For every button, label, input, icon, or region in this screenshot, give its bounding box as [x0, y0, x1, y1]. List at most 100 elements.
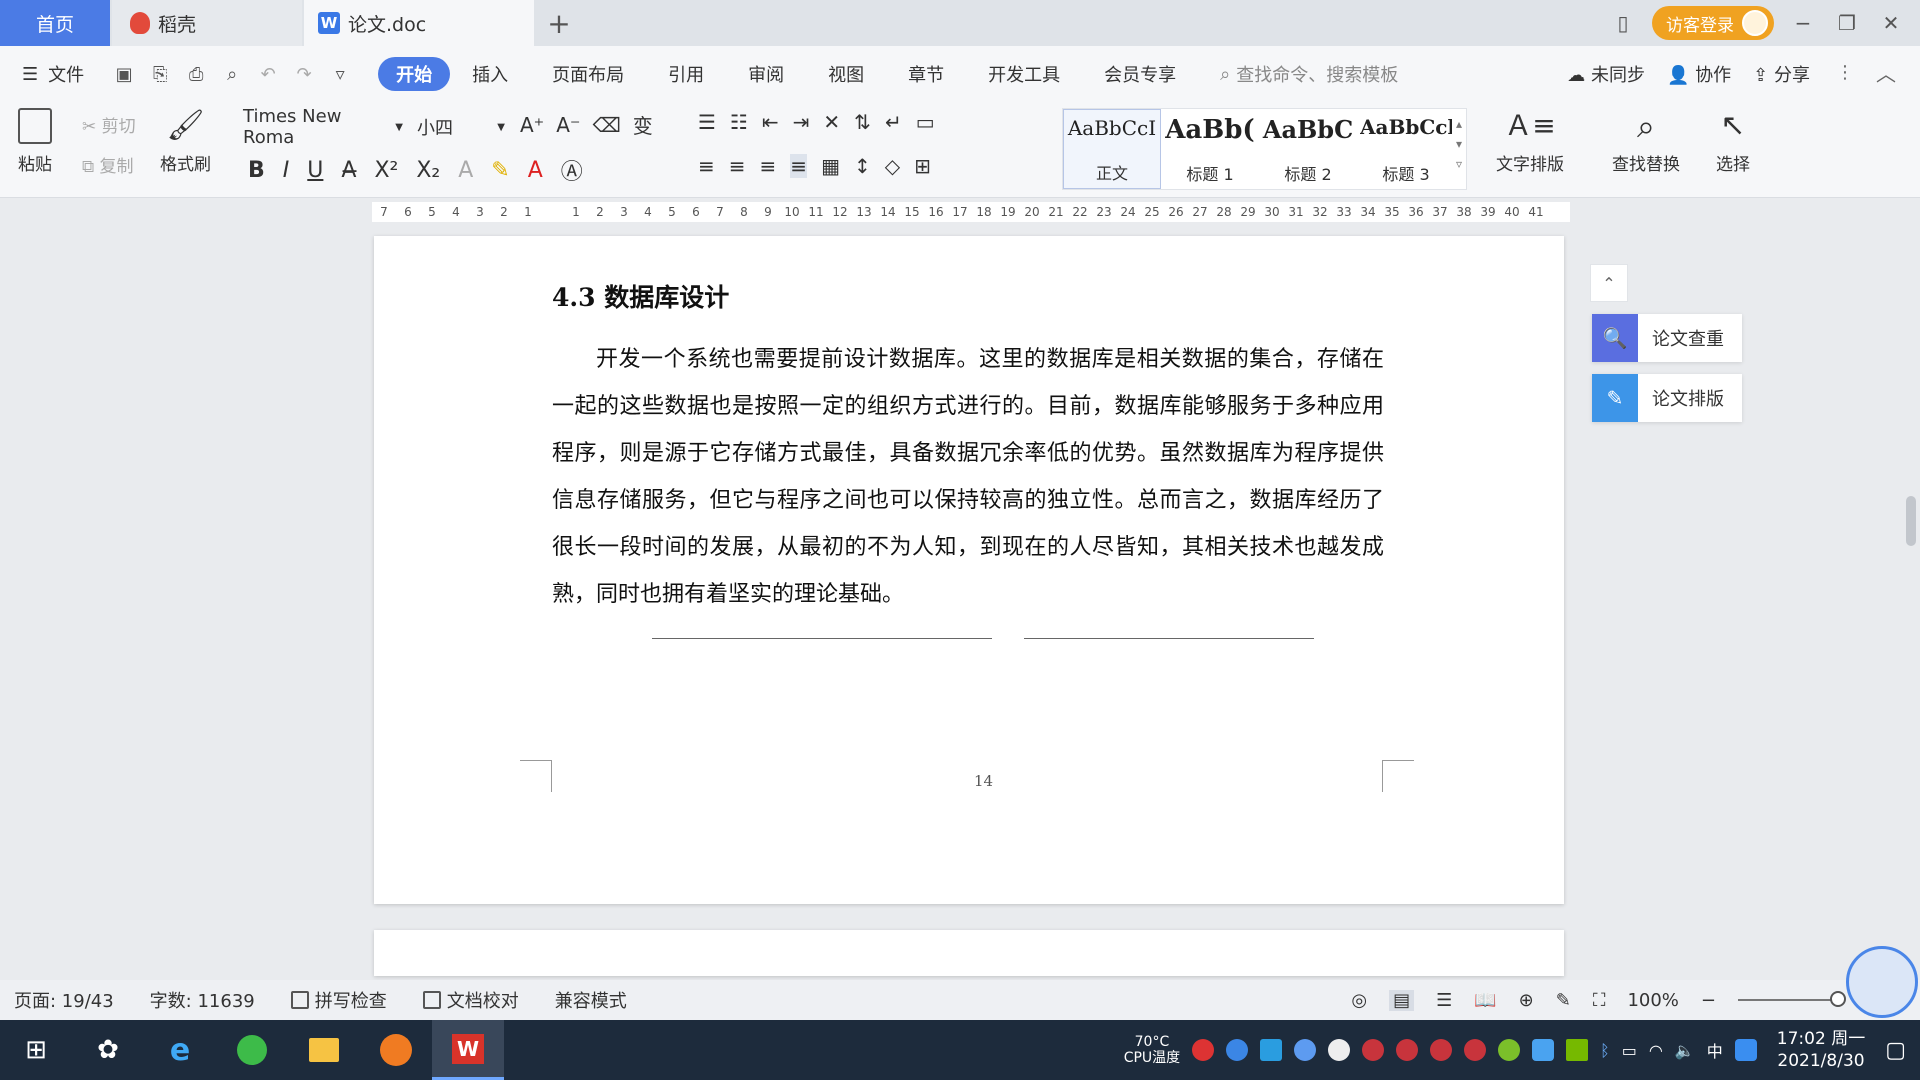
- style-heading-2[interactable]: AaBbC 标题 2: [1259, 109, 1357, 189]
- style-heading-3[interactable]: AaBbCcl 标题 3: [1357, 109, 1455, 189]
- tab-chapter[interactable]: 章节: [886, 57, 966, 91]
- format-painter-button[interactable]: 🖌 格式刷: [160, 108, 211, 175]
- shading-icon[interactable]: ◇: [885, 154, 900, 178]
- close-icon[interactable]: ✕: [1876, 11, 1906, 35]
- tray-app-icon[interactable]: [1192, 1039, 1215, 1061]
- game-icon[interactable]: [360, 1020, 432, 1080]
- new-tab-button[interactable]: +: [534, 0, 584, 46]
- zoom-slider[interactable]: [1738, 991, 1846, 1007]
- bullet-list-icon[interactable]: ☰: [698, 110, 716, 134]
- subscript-icon[interactable]: X₂: [416, 158, 440, 183]
- align-left-icon[interactable]: ≡: [698, 154, 715, 178]
- app-icon[interactable]: ✿: [72, 1020, 144, 1080]
- borders-icon[interactable]: ⊞: [914, 154, 931, 178]
- volume-icon[interactable]: 🔈: [1675, 1041, 1695, 1060]
- customize-icon[interactable]: ▿: [326, 60, 354, 88]
- restore-icon[interactable]: ❐: [1832, 11, 1862, 35]
- tab-references[interactable]: 引用: [646, 57, 726, 91]
- shrink-font-icon[interactable]: A⁻: [556, 113, 580, 137]
- align-center-icon[interactable]: ≡: [729, 154, 746, 178]
- tray-app-icon[interactable]: [1498, 1039, 1521, 1061]
- tab-start[interactable]: 开始: [378, 57, 451, 91]
- align-right-icon[interactable]: ≡: [760, 154, 777, 178]
- layout-icon[interactable]: ▯: [1608, 11, 1638, 35]
- qq-icon[interactable]: [1430, 1039, 1453, 1061]
- justify-icon[interactable]: ≡: [790, 154, 808, 178]
- sort-icon[interactable]: ⇅: [854, 110, 871, 134]
- command-search[interactable]: ⌕ 查找命令、搜索模板: [1220, 61, 1398, 87]
- tray-app-icon[interactable]: [1226, 1039, 1249, 1061]
- tab-review[interactable]: 审阅: [726, 57, 806, 91]
- tray-app-icon[interactable]: [1260, 1039, 1283, 1061]
- tab-insert[interactable]: 插入: [450, 57, 530, 91]
- web-view-icon[interactable]: ⊕: [1519, 990, 1534, 1011]
- tab-view[interactable]: 视图: [806, 57, 886, 91]
- select-button[interactable]: ↖ 选择: [1716, 108, 1750, 175]
- char-border-icon[interactable]: Ⓐ: [561, 154, 583, 186]
- eye-protect-icon[interactable]: ◎: [1351, 990, 1367, 1011]
- wifi-icon[interactable]: ◠: [1649, 1041, 1663, 1060]
- tab-developer[interactable]: 开发工具: [966, 57, 1082, 91]
- page-indicator[interactable]: 页面: 19/43: [14, 987, 114, 1013]
- line-spacing-icon[interactable]: ↕: [854, 154, 871, 178]
- fit-width-icon[interactable]: ⛶: [1593, 990, 1606, 1011]
- bell-icon[interactable]: [1328, 1039, 1351, 1061]
- font-size-select[interactable]: 小四 ▼: [412, 112, 510, 142]
- share-button[interactable]: ⇪ 分享: [1753, 61, 1810, 87]
- proofread-button[interactable]: 文档校对: [422, 987, 519, 1013]
- minimize-icon[interactable]: −: [1788, 11, 1818, 35]
- start-icon[interactable]: ⊞: [0, 1020, 72, 1080]
- tab-member[interactable]: 会员专享: [1082, 57, 1198, 91]
- file-menu[interactable]: ☰ 文件: [0, 57, 106, 91]
- style-normal[interactable]: AaBbCcI 正文: [1063, 109, 1161, 189]
- tab-document[interactable]: W 论文.doc: [304, 0, 534, 46]
- tray-app-icon[interactable]: [1532, 1039, 1555, 1061]
- zoom-knob[interactable]: [1830, 991, 1846, 1007]
- horizontal-ruler[interactable]: 7 6 5 4 3 2 1 1 2 3 4 5 6 7 8 9 10 11 12 13 14 15 16 17 18 19 20 21…: [0, 198, 1920, 226]
- shield-icon[interactable]: [1294, 1039, 1317, 1061]
- increase-indent-icon[interactable]: ⇥: [793, 110, 810, 134]
- next-page[interactable]: [374, 930, 1564, 976]
- notification-icon[interactable]: ▢: [1885, 1038, 1906, 1063]
- print-preview-icon[interactable]: ⌕: [218, 60, 246, 88]
- document-page[interactable]: 4.3 数据库设计 开发一个系统也需要提前设计数据库。这里的数据库是相关数据的集…: [374, 236, 1564, 904]
- tab-home[interactable]: 首页: [0, 0, 110, 46]
- qq-icon[interactable]: [1396, 1039, 1419, 1061]
- zoom-out-icon[interactable]: −: [1701, 990, 1716, 1011]
- save-icon[interactable]: ▣: [110, 60, 138, 88]
- copy-button[interactable]: ⧉ 复制: [82, 152, 134, 177]
- scrollbar-thumb[interactable]: [1906, 496, 1916, 546]
- qq-icon[interactable]: [1464, 1039, 1487, 1061]
- spell-check-button[interactable]: 拼写检查: [290, 987, 387, 1013]
- find-replace-button[interactable]: ⌕ 查找替换: [1612, 108, 1680, 175]
- grow-font-icon[interactable]: A⁺: [520, 113, 544, 137]
- sync-button[interactable]: ☁ 未同步: [1567, 61, 1645, 87]
- qq-icon[interactable]: [1362, 1039, 1385, 1061]
- clock[interactable]: 17:02 周一 2021/8/30: [1777, 1028, 1865, 1072]
- clear-format-icon[interactable]: ⌫: [593, 113, 621, 137]
- tab-stop-icon[interactable]: ▭: [916, 110, 935, 134]
- assistant-icon[interactable]: [1846, 946, 1918, 1018]
- superscript-icon[interactable]: X²: [374, 158, 398, 183]
- text-effect-icon[interactable]: A: [458, 158, 473, 183]
- nvidia-icon[interactable]: [1566, 1039, 1589, 1061]
- thesis-layout-button[interactable]: ✎ 论文排版: [1592, 374, 1742, 422]
- ie-icon[interactable]: e: [144, 1020, 216, 1080]
- browser-icon[interactable]: [216, 1020, 288, 1080]
- collapse-panel-button[interactable]: ⌃: [1590, 264, 1628, 302]
- battery-icon[interactable]: ▭: [1622, 1041, 1637, 1060]
- redo-icon[interactable]: ↷: [290, 60, 318, 88]
- vertical-scrollbar[interactable]: [1902, 226, 1920, 966]
- thesis-check-button[interactable]: 🔍 论文查重: [1592, 314, 1742, 362]
- cut-button[interactable]: ✂ 剪切: [82, 112, 136, 137]
- chinese-layout-icon[interactable]: ✕: [823, 110, 840, 134]
- ime-indicator[interactable]: 中: [1707, 1038, 1723, 1062]
- folder-icon[interactable]: [288, 1020, 360, 1080]
- font-name-select[interactable]: Times New Roma ▼: [238, 106, 408, 148]
- phonetic-icon[interactable]: 变: [633, 110, 653, 139]
- style-heading-1[interactable]: AaBb( 标题 1: [1161, 109, 1259, 189]
- output-icon[interactable]: ⎘: [146, 60, 174, 88]
- bluetooth-icon[interactable]: ᛒ: [1600, 1041, 1610, 1060]
- collab-button[interactable]: 👤 协作: [1667, 61, 1731, 87]
- word-count[interactable]: 字数: 11639: [150, 987, 255, 1013]
